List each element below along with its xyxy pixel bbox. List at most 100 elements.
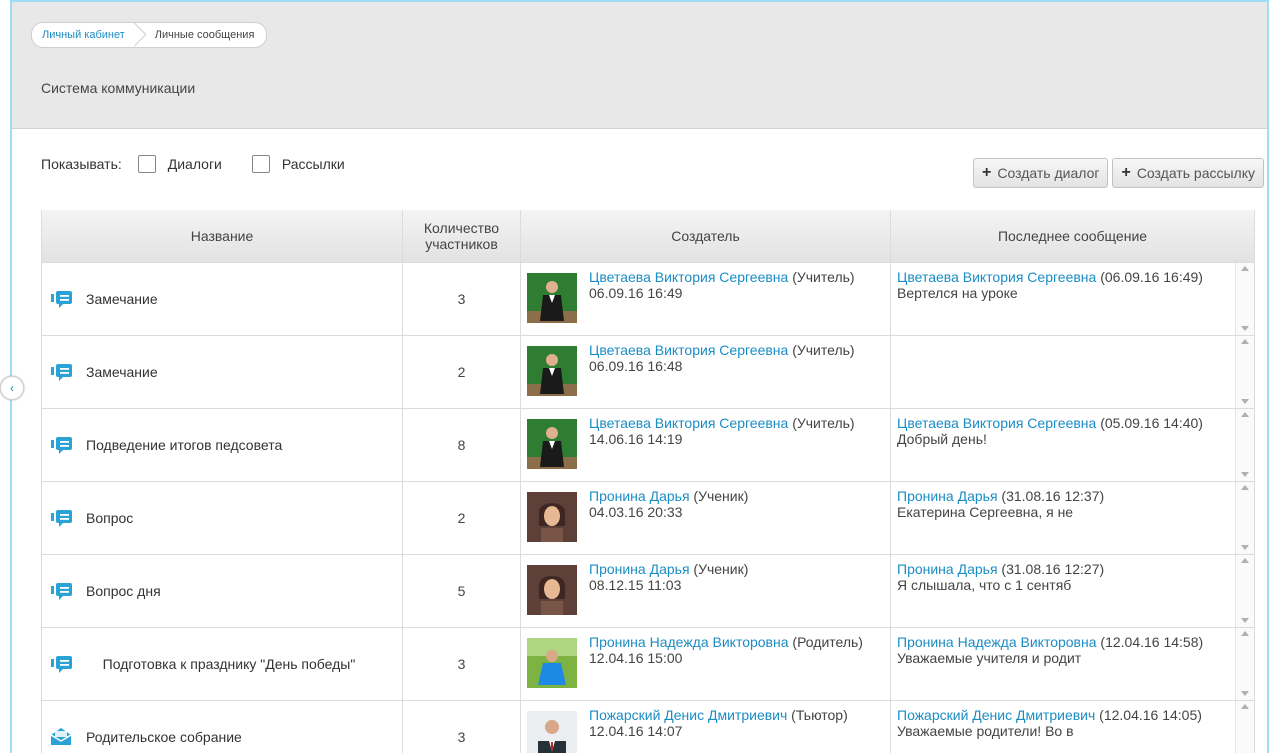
name-cell: Вопрос: [41, 481, 403, 555]
table-row[interactable]: Замечание 2 Цветаева Виктория Сергеевна …: [41, 335, 1255, 409]
name-cell: Вопрос дня: [41, 554, 403, 628]
teacher-avatar[interactable]: [527, 273, 577, 323]
cell-scrollbar[interactable]: [1235, 263, 1254, 335]
creator-date: 12.04.16 14:07: [589, 723, 683, 739]
scroll-up-arrow-icon[interactable]: [1241, 631, 1249, 636]
last-message-text: Уважаемые учителя и родит: [897, 650, 1082, 666]
creator-cell: Цветаева Виктория Сергеевна (Учитель) 06…: [520, 262, 891, 336]
scroll-up-arrow-icon[interactable]: [1241, 266, 1249, 271]
last-message-text: Вертелся на уроке: [897, 285, 1018, 301]
scroll-down-arrow-icon[interactable]: [1241, 545, 1249, 550]
last-message-author[interactable]: Цветаева Виктория Сергеевна: [897, 269, 1096, 285]
scroll-down-arrow-icon[interactable]: [1241, 399, 1249, 404]
dialogs-checkbox[interactable]: [137, 155, 156, 173]
creator-name[interactable]: Цветаева Виктория Сергеевна: [589, 269, 788, 285]
last-message-author[interactable]: Пронина Дарья: [897, 488, 998, 504]
scroll-down-arrow-icon[interactable]: [1241, 691, 1249, 696]
conversation-title[interactable]: Замечание: [86, 291, 158, 307]
creator-name[interactable]: Пронина Дарья: [589, 488, 690, 504]
creator-cell: Цветаева Виктория Сергеевна (Учитель) 14…: [520, 408, 891, 482]
table-row[interactable]: Вопрос 2 Пронина Дарья (Ученик) 04.03.16…: [41, 481, 1255, 555]
scroll-up-arrow-icon[interactable]: [1241, 485, 1249, 490]
plus-icon: +: [982, 164, 992, 181]
conversation-title[interactable]: Родительское собрание: [86, 729, 242, 745]
teacher-avatar[interactable]: [527, 419, 577, 469]
participant-count: 5: [402, 554, 521, 628]
column-header-creator[interactable]: Создатель: [520, 210, 891, 263]
cell-scrollbar[interactable]: [1235, 555, 1254, 627]
mailings-checkbox[interactable]: [251, 155, 270, 173]
last-message-text: Екатерина Сергеевна, я не: [897, 504, 1074, 520]
scroll-down-arrow-icon[interactable]: [1241, 472, 1249, 477]
creator-role: (Тьютор): [791, 707, 848, 723]
page-header: Личный кабинет Личные сообщения Система …: [12, 2, 1267, 129]
teacher-avatar[interactable]: [527, 346, 577, 396]
last-message-text: Я слышала, что с 1 сентяб: [897, 577, 1072, 593]
participant-count: 8: [402, 408, 521, 482]
dialog-icon: [51, 583, 72, 600]
parent-avatar[interactable]: [527, 638, 577, 688]
conversations-table: Название Количество участников Создатель…: [41, 210, 1255, 753]
last-message-author[interactable]: Цветаева Виктория Сергеевна: [897, 415, 1096, 431]
student-avatar[interactable]: [527, 492, 577, 542]
dialog-icon: [51, 364, 72, 381]
column-header-name[interactable]: Название: [41, 210, 403, 263]
cell-scrollbar[interactable]: [1235, 482, 1254, 554]
filter-bar: Показывать: Диалоги Рассылки: [41, 155, 359, 173]
scroll-down-arrow-icon[interactable]: [1241, 326, 1249, 331]
tutor-avatar[interactable]: [527, 711, 577, 753]
conversation-title[interactable]: Подготовка к празднику "День победы": [86, 656, 402, 672]
conversation-title[interactable]: Замечание: [86, 364, 158, 380]
column-header-count[interactable]: Количество участников: [402, 210, 521, 263]
conversation-title[interactable]: Вопрос: [86, 510, 133, 526]
cell-scrollbar[interactable]: [1235, 409, 1254, 481]
last-message-author[interactable]: Пронина Надежда Викторовна: [897, 634, 1097, 650]
creator-name[interactable]: Цветаева Виктория Сергеевна: [589, 342, 788, 358]
conversation-title[interactable]: Подведение итогов педсовета: [86, 437, 282, 453]
name-cell: Родительское собрание: [41, 700, 403, 753]
scroll-up-arrow-icon[interactable]: [1241, 339, 1249, 344]
last-message-text: Уважаемые родители! Во в: [897, 723, 1074, 739]
participant-count: 2: [402, 481, 521, 555]
table-row[interactable]: Подготовка к празднику "День победы" 3 П…: [41, 627, 1255, 701]
name-cell: Подведение итогов педсовета: [41, 408, 403, 482]
scroll-up-arrow-icon[interactable]: [1241, 412, 1249, 417]
table-row[interactable]: Родительское собрание 3 Пожарский Денис …: [41, 700, 1255, 753]
cell-scrollbar[interactable]: [1235, 701, 1254, 753]
scroll-up-arrow-icon[interactable]: [1241, 704, 1249, 709]
conversation-title[interactable]: Вопрос дня: [86, 583, 161, 599]
creator-date: 12.04.16 15:00: [589, 650, 683, 666]
create-mailing-button[interactable]: + Создать рассылку: [1112, 158, 1264, 188]
creator-cell: Пожарский Денис Дмитриевич (Тьютор) 12.0…: [520, 700, 891, 753]
scroll-up-arrow-icon[interactable]: [1241, 558, 1249, 563]
last-message-text: Добрый день!: [897, 431, 987, 447]
creator-name[interactable]: Цветаева Виктория Сергеевна: [589, 415, 788, 431]
table-row[interactable]: Вопрос дня 5 Пронина Дарья (Ученик) 08.1…: [41, 554, 1255, 628]
creator-date: 04.03.16 20:33: [589, 504, 683, 520]
table-row[interactable]: Подведение итогов педсовета 8 Цветаева В…: [41, 408, 1255, 482]
breadcrumb: Личный кабинет Личные сообщения: [31, 22, 268, 48]
table-row[interactable]: Замечание 3 Цветаева Виктория Сергеевна …: [41, 262, 1255, 336]
dialog-icon: [51, 510, 72, 527]
creator-date: 14.06.16 14:19: [589, 431, 683, 447]
last-message-author[interactable]: Пронина Дарья: [897, 561, 998, 577]
breadcrumb-home[interactable]: Личный кабинет: [32, 23, 139, 47]
last-message-date: (31.08.16 12:37): [1001, 488, 1105, 504]
creator-cell: Цветаева Виктория Сергеевна (Учитель) 06…: [520, 335, 891, 409]
column-header-last-message[interactable]: Последнее сообщение: [890, 210, 1255, 263]
creator-name[interactable]: Пронина Надежда Викторовна: [589, 634, 789, 650]
creator-name[interactable]: Пожарский Денис Дмитриевич: [589, 707, 787, 723]
create-dialog-button[interactable]: + Создать диалог: [973, 158, 1109, 188]
dialog-icon: [51, 656, 72, 673]
scroll-down-arrow-icon[interactable]: [1241, 618, 1249, 623]
cell-scrollbar[interactable]: [1235, 336, 1254, 408]
student-avatar[interactable]: [527, 565, 577, 615]
participant-count: 3: [402, 262, 521, 336]
last-message-cell: Цветаева Виктория Сергеевна (06.09.16 16…: [890, 262, 1255, 336]
dialogs-checkbox-label: Диалоги: [167, 156, 222, 172]
sidebar-toggle-button[interactable]: ‹: [0, 376, 24, 400]
creator-name[interactable]: Пронина Дарья: [589, 561, 690, 577]
last-message-author[interactable]: Пожарский Денис Дмитриевич: [897, 707, 1095, 723]
cell-scrollbar[interactable]: [1235, 628, 1254, 700]
creator-role: (Ученик): [693, 561, 749, 577]
